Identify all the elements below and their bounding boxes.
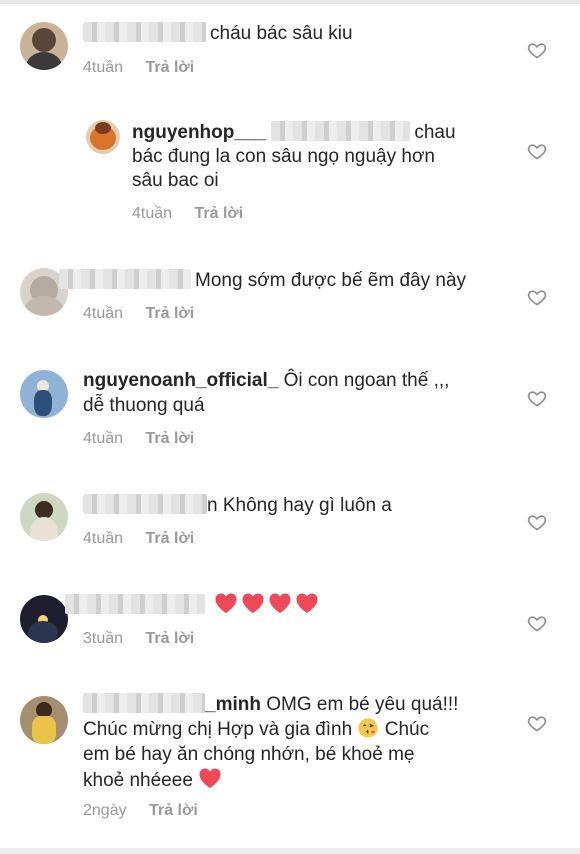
reply-button[interactable]: Trả lời bbox=[195, 205, 244, 222]
heart-outline-icon[interactable] bbox=[527, 40, 547, 60]
heart-outline-icon[interactable] bbox=[527, 512, 547, 532]
comment-text bbox=[65, 592, 483, 618]
comment-time: 2ngày bbox=[83, 802, 127, 819]
heart-outline-icon[interactable] bbox=[527, 713, 547, 733]
avatar[interactable] bbox=[20, 493, 68, 541]
comment-body: em bé hay ăn chóng nhớn, bé khoẻ mẹ bbox=[83, 744, 415, 765]
avatar[interactable] bbox=[20, 22, 68, 70]
red-heart-emoji bbox=[215, 593, 237, 613]
comment-meta: 2ngày Trả lời bbox=[83, 802, 198, 820]
comment-meta: 4tuần Trả lời bbox=[83, 430, 194, 448]
comment-body: cháu bác sâu kiu bbox=[210, 23, 353, 44]
comment-meta: 4tuần Trả lời bbox=[83, 59, 194, 77]
reply-button[interactable]: Trả lời bbox=[146, 630, 195, 647]
heart-outline-icon[interactable] bbox=[527, 141, 547, 161]
reply-button[interactable]: Trả lời bbox=[146, 305, 195, 322]
comment-text: n Không hay gì luôn a bbox=[83, 493, 483, 518]
heart-outline-icon[interactable] bbox=[527, 287, 547, 307]
reply-button[interactable]: Trả lời bbox=[146, 59, 195, 76]
avatar[interactable] bbox=[86, 120, 120, 154]
red-heart-emoji bbox=[199, 768, 221, 788]
comment-meta: 4tuần Trả lời bbox=[83, 530, 194, 548]
comment-meta: 4tuần Trả lời bbox=[83, 305, 194, 323]
comment-body: Chúc bbox=[384, 719, 430, 740]
red-heart-emoji bbox=[269, 593, 291, 613]
comment-text: nguyenhop___ chau bác đung la con sâu ng… bbox=[132, 121, 482, 193]
avatar[interactable] bbox=[20, 370, 68, 418]
comment-text: cháu bác sâu kiu bbox=[83, 21, 483, 46]
red-heart-emoji bbox=[296, 593, 318, 613]
comment-body: OMG em bé yêu quá!!! bbox=[266, 694, 459, 715]
comment-time: 4tuần bbox=[83, 305, 124, 322]
blurred-username bbox=[83, 693, 205, 713]
blurred-username bbox=[65, 594, 205, 614]
comment-meta: 3tuần Trả lời bbox=[83, 630, 194, 648]
bottom-edge bbox=[0, 848, 580, 854]
reply-button[interactable]: Trả lời bbox=[146, 430, 195, 447]
comment-time: 4tuần bbox=[83, 530, 124, 547]
comment-time: 4tuần bbox=[83, 430, 124, 447]
comment-body: Ôi con ngoan thế ,,, bbox=[283, 370, 450, 391]
blurred-mention bbox=[271, 121, 411, 141]
comment-body: Chúc mừng chị Hợp và gia đình bbox=[83, 719, 353, 740]
comment-username[interactable]: _minh bbox=[205, 694, 261, 715]
blurred-username bbox=[83, 494, 207, 514]
heart-outline-icon[interactable] bbox=[527, 613, 547, 633]
comment-time: 4tuần bbox=[132, 205, 173, 222]
face-blowing-kiss-emoji bbox=[358, 718, 379, 738]
comment-time: 3tuần bbox=[83, 630, 124, 647]
comment-text: nguyenoanh_official_ Ôi con ngoan thế ,,… bbox=[83, 368, 483, 418]
blurred-username bbox=[83, 22, 206, 42]
blurred-username bbox=[59, 269, 191, 289]
hearts-emoji-group bbox=[214, 593, 322, 616]
comment-meta: 4tuần Trả lời bbox=[132, 205, 243, 223]
comment-body: dễ thuong quá bbox=[83, 395, 205, 416]
reply-button[interactable]: Trả lời bbox=[149, 802, 198, 819]
comment-body: khoẻ nhéeee bbox=[83, 770, 193, 791]
comment-body: n Không hay gì luôn a bbox=[207, 495, 392, 516]
comment-body: sâu bac oi bbox=[132, 170, 219, 191]
top-edge bbox=[0, 0, 580, 4]
comment-body: Mong sớm được bế ẽm đây này bbox=[195, 270, 467, 291]
heart-outline-icon[interactable] bbox=[527, 388, 547, 408]
comment-body: chau bbox=[414, 122, 456, 143]
comment-body: bác đung la con sâu ngọ nguậy hơn bbox=[132, 146, 435, 167]
comment-text: Mong sớm được bế ẽm đây này bbox=[59, 268, 483, 293]
comment-text: _minh OMG em bé yêu quá!!! Chúc mừng chị… bbox=[83, 692, 503, 793]
reply-button[interactable]: Trả lời bbox=[146, 530, 195, 547]
avatar[interactable] bbox=[20, 696, 68, 744]
avatar[interactable] bbox=[20, 595, 68, 643]
comment-username[interactable]: nguyenhop___ bbox=[132, 122, 266, 143]
red-heart-emoji bbox=[242, 593, 264, 613]
comment-username[interactable]: nguyenoanh_official_ bbox=[83, 370, 278, 391]
comment-time: 4tuần bbox=[83, 59, 124, 76]
